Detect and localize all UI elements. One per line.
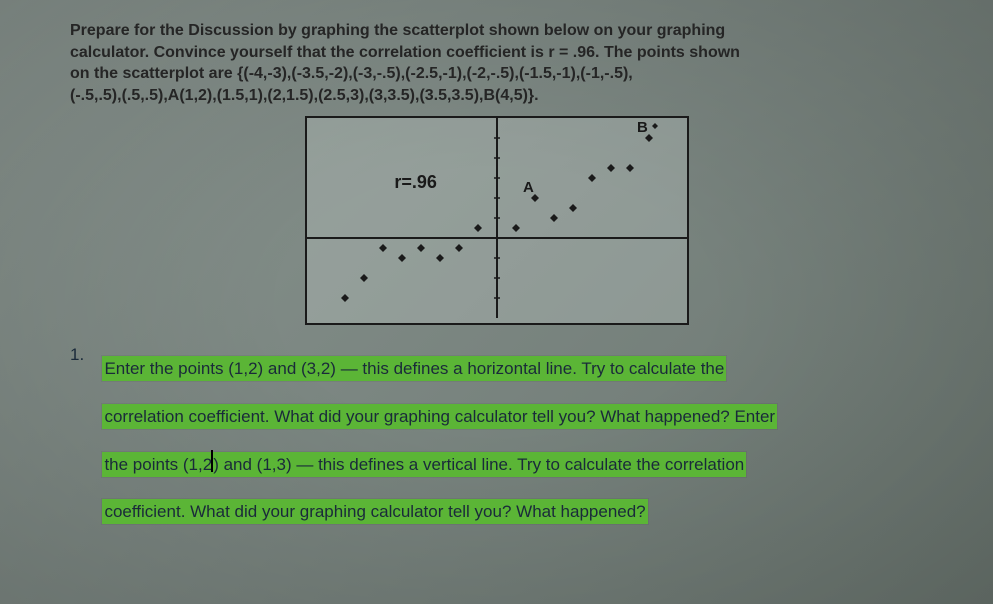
data-point [550,214,558,222]
data-point [379,244,387,252]
question-body[interactable]: Enter the points (1,2) and (3,2) — this … [102,345,945,535]
chart-svg: r=.96 A B [307,118,687,318]
point-label: A [523,179,534,196]
data-point [569,204,577,212]
data-point [626,164,634,172]
data-point [398,254,406,262]
highlighted-text: coefficient. What did your graphing calc… [102,499,647,524]
data-point [512,224,520,232]
intro-paragraph: Prepare for the Discussion by graphing t… [30,20,963,106]
point-label: B [637,119,648,136]
question-1: 1. Enter the points (1,2) and (3,2) — th… [30,345,963,535]
intro-line: (-.5,.5),(.5,.5),A(1,2),(1.5,1),(2,1.5),… [70,85,963,107]
data-point [436,254,444,262]
text-cursor [212,452,213,470]
highlighted-text: correlation coefficient. What did your g… [102,404,777,429]
data-point [607,164,615,172]
data-point [474,224,482,232]
data-point [588,174,596,182]
data-point [455,244,463,252]
data-point [360,274,368,282]
intro-line: calculator. Convince yourself that the c… [70,42,963,64]
question-number: 1. [70,345,98,365]
highlighted-text: Enter the points (1,2) and (3,2) — this … [102,356,726,381]
intro-line: on the scatterplot are {(-4,-3),(-3.5,-2… [70,63,963,85]
intro-line: Prepare for the Discussion by graphing t… [70,20,963,42]
data-point [341,294,349,302]
r-label: r=.96 [394,172,437,192]
highlighted-text: the points (1,2) and (1,3) — this define… [102,452,746,477]
data-point [417,244,425,252]
scatterplot-chart: r=.96 A B [305,116,689,325]
